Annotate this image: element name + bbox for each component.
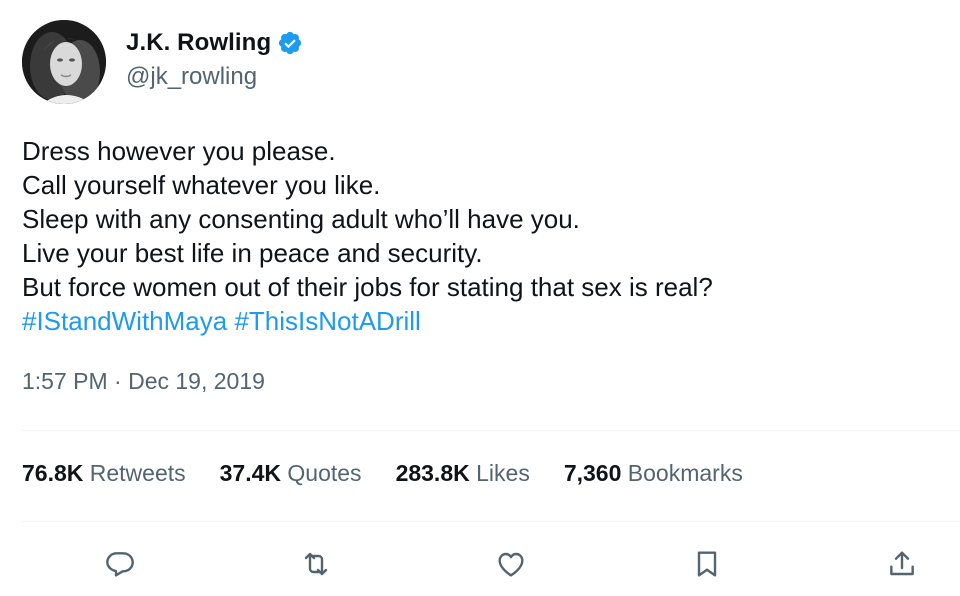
tweet-line: Live your best life in peace and securit… (22, 238, 483, 268)
tweet-actions (0, 546, 960, 586)
quotes-label: Quotes (287, 460, 362, 486)
display-name[interactable]: J.K. Rowling (126, 29, 271, 57)
like-icon (498, 552, 524, 577)
retweet-icon (304, 552, 328, 576)
avatar[interactable] (22, 20, 106, 104)
tweet-line: But force women out of their jobs for st… (22, 272, 713, 302)
tweet-line: Call yourself whatever you like. (22, 170, 381, 200)
tweet-line: Dress however you please. (22, 136, 336, 166)
reply-button[interactable] (102, 546, 138, 582)
share-icon (890, 551, 914, 576)
retweets-count: 76.8K (22, 460, 84, 486)
hashtag-link[interactable]: #ThisIsNotADrill (234, 306, 420, 336)
hashtag-link[interactable]: #IStandWithMaya (22, 306, 227, 336)
tweet-line: Sleep with any consenting adult who’ll h… (22, 204, 580, 234)
retweets-label: Retweets (89, 460, 186, 486)
bookmarks-count: 7,360 (563, 460, 622, 486)
tweet-stats: 76.8K Retweets 37.4K Quotes 283.8K Likes… (22, 460, 777, 487)
retweet-button[interactable] (298, 546, 334, 582)
tweet-timestamp[interactable]: 1:57 PM · Dec 19, 2019 (22, 368, 265, 395)
likes-stat[interactable]: 283.8K Likes (396, 460, 530, 487)
tweet-header: J.K. Rowling @jk_rowling (22, 20, 303, 104)
reply-icon (106, 552, 134, 577)
likes-count: 283.8K (395, 460, 470, 486)
divider (22, 430, 960, 431)
bookmarks-stat[interactable]: 7,360 Bookmarks (564, 460, 743, 487)
quotes-count: 37.4K (219, 460, 282, 486)
divider (22, 521, 960, 522)
retweets-stat[interactable]: 76.8K Retweets (22, 460, 186, 487)
bookmark-icon (697, 551, 717, 577)
hashtag-line: #IStandWithMaya #ThisIsNotADrill (22, 304, 713, 338)
author-handle[interactable]: @jk_rowling (126, 63, 303, 91)
bookmark-button[interactable] (689, 546, 725, 582)
share-button[interactable] (884, 546, 920, 582)
tweet-card: J.K. Rowling @jk_rowling Dress however y… (0, 0, 960, 596)
quotes-stat[interactable]: 37.4K Quotes (220, 460, 362, 487)
likes-label: Likes (476, 460, 530, 486)
bookmarks-label: Bookmarks (627, 460, 743, 486)
avatar-image (22, 20, 106, 104)
verified-badge-icon[interactable] (277, 30, 303, 56)
author-names: J.K. Rowling @jk_rowling (126, 29, 303, 91)
like-button[interactable] (493, 546, 529, 582)
tweet-text: Dress however you please. Call yourself … (22, 134, 713, 338)
name-row: J.K. Rowling (126, 29, 303, 57)
